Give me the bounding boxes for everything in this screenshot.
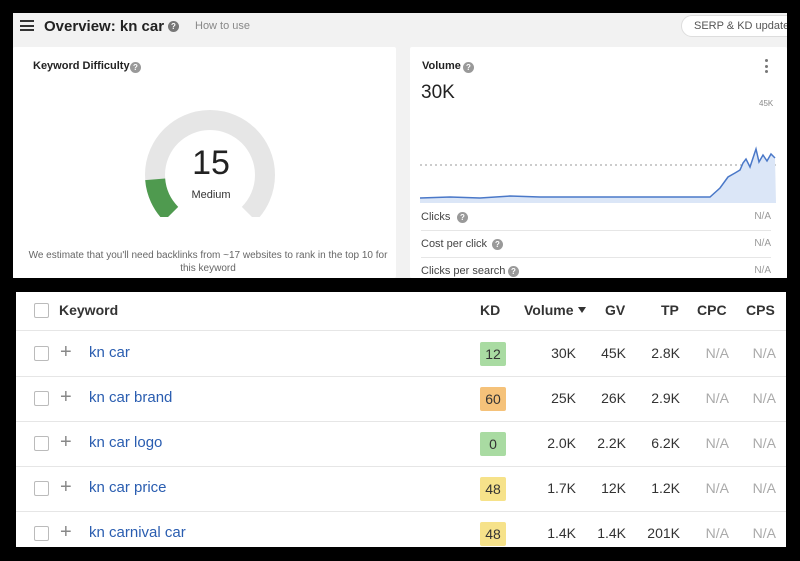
help-icon[interactable]: ? [457, 212, 468, 223]
cpc-cell: N/A [705, 480, 729, 496]
kd-badge: 12 [480, 342, 506, 366]
plus-icon[interactable]: + [60, 340, 72, 364]
cps-cell: N/A [752, 525, 776, 541]
column-cpc[interactable]: CPC [697, 302, 727, 318]
metric-row-clicks-per-search: Clicks per search ? N/A [421, 258, 771, 278]
column-kd[interactable]: KD [480, 302, 500, 318]
volume-cell: 1.7K [547, 480, 576, 496]
column-cps[interactable]: CPS [746, 302, 775, 318]
metric-label: Clicks per search [421, 265, 506, 277]
column-tp[interactable]: TP [661, 302, 679, 318]
gv-cell: 12K [601, 480, 626, 496]
plus-icon[interactable]: + [60, 430, 72, 454]
help-icon[interactable]: ? [508, 266, 519, 277]
table-header: Keyword KD Volume GV TP CPC CPS [16, 292, 786, 331]
cps-cell: N/A [752, 390, 776, 406]
overview-toolbar: Overview: kn car ? How to use SERP & KD … [13, 13, 787, 43]
row-checkbox[interactable] [34, 526, 49, 541]
metric-label: Clicks [421, 211, 451, 223]
plus-icon[interactable]: + [60, 385, 72, 409]
keyword-link[interactable]: kn car [89, 344, 130, 361]
row-checkbox[interactable] [34, 346, 49, 361]
gv-cell: 2.2K [597, 435, 626, 451]
cpc-cell: N/A [705, 435, 729, 451]
table-row: + kn carnival car 48 1.4K 1.4K 201K N/A … [16, 512, 786, 547]
volume-area [420, 149, 776, 203]
keyword-link[interactable]: kn carnival car [89, 524, 186, 541]
serp-kd-update-button[interactable]: SERP & KD update [681, 15, 787, 37]
keyword-link[interactable]: kn car logo [89, 434, 162, 451]
volume-sparkline [420, 146, 776, 203]
column-volume-label: Volume [524, 302, 574, 318]
keyword-link[interactable]: kn car brand [89, 389, 172, 406]
help-icon[interactable]: ? [168, 21, 179, 32]
kd-badge: 0 [480, 432, 506, 456]
table-row: + kn car price 48 1.7K 12K 1.2K N/A N/A [16, 467, 786, 512]
cpc-cell: N/A [705, 390, 729, 406]
plus-icon[interactable]: + [60, 520, 72, 544]
overview-panel: Overview: kn car ? How to use SERP & KD … [13, 13, 787, 278]
page-title: Overview: kn car [44, 18, 165, 35]
volume-card: Volume ? 30K 45K Clicks ? N/A Cost per c… [410, 47, 787, 278]
metric-row-cost-per-click: Cost per click ? N/A [421, 231, 771, 258]
gv-cell: 26K [601, 390, 626, 406]
column-gv[interactable]: GV [605, 302, 625, 318]
kd-badge: 48 [480, 522, 506, 546]
gauge-fill [145, 178, 179, 217]
volume-cell: 25K [551, 390, 576, 406]
cpc-cell: N/A [705, 525, 729, 541]
volume-cell: 2.0K [547, 435, 576, 451]
keyword-table: Keyword KD Volume GV TP CPC CPS + kn car… [16, 292, 786, 547]
volume-cell: 1.4K [547, 525, 576, 541]
volume-label: Volume [422, 60, 461, 72]
keyword-difficulty-label: Keyword Difficulty [33, 60, 130, 72]
tp-cell: 2.8K [651, 345, 680, 361]
kebab-menu-icon[interactable] [764, 59, 768, 73]
menu-icon[interactable] [20, 20, 34, 31]
help-icon[interactable]: ? [130, 62, 141, 73]
metric-label: Cost per click [421, 238, 488, 250]
row-checkbox[interactable] [34, 481, 49, 496]
tp-cell: 201K [647, 525, 680, 541]
kd-estimate-note: We estimate that you'll need backlinks f… [28, 250, 388, 274]
column-volume[interactable]: Volume [524, 302, 586, 318]
kd-badge: 48 [480, 477, 506, 501]
metric-value: N/A [754, 211, 771, 222]
kd-badge: 60 [480, 387, 506, 411]
row-checkbox[interactable] [34, 391, 49, 406]
help-icon[interactable]: ? [463, 62, 474, 73]
keyword-difficulty-title: Keyword Difficulty [33, 60, 130, 72]
gv-cell: 1.4K [597, 525, 626, 541]
metric-value: N/A [754, 238, 771, 249]
select-all-checkbox[interactable] [34, 303, 49, 318]
cps-cell: N/A [752, 435, 776, 451]
volume-title: Volume [422, 60, 461, 72]
column-keyword[interactable]: Keyword [59, 302, 118, 318]
metric-value: N/A [754, 265, 771, 276]
plus-icon[interactable]: + [60, 475, 72, 499]
how-to-use-link[interactable]: How to use [195, 20, 250, 32]
cpc-cell: N/A [705, 345, 729, 361]
table-row: + kn car 12 30K 45K 2.8K N/A N/A [16, 332, 786, 377]
gv-cell: 45K [601, 345, 626, 361]
sort-caret-icon [577, 307, 586, 313]
help-icon[interactable]: ? [492, 239, 503, 250]
tp-cell: 6.2K [651, 435, 680, 451]
row-checkbox[interactable] [34, 436, 49, 451]
volume-cell: 30K [551, 345, 576, 361]
tp-cell: 1.2K [651, 480, 680, 496]
kd-level: Medium [191, 189, 231, 201]
metric-row-clicks: Clicks ? N/A [421, 204, 771, 231]
tp-cell: 2.9K [651, 390, 680, 406]
cps-cell: N/A [752, 480, 776, 496]
keyword-link[interactable]: kn car price [89, 479, 167, 496]
table-row: + kn car logo 0 2.0K 2.2K 6.2K N/A N/A [16, 422, 786, 467]
keyword-difficulty-card: Keyword Difficulty ? 15 Medium We estima… [13, 47, 396, 278]
volume-value: 30K [421, 82, 455, 103]
table-row: + kn car brand 60 25K 26K 2.9K N/A N/A [16, 377, 786, 422]
cps-cell: N/A [752, 345, 776, 361]
kd-score: 15 [192, 144, 230, 182]
volume-axis-max: 45K [759, 99, 774, 108]
